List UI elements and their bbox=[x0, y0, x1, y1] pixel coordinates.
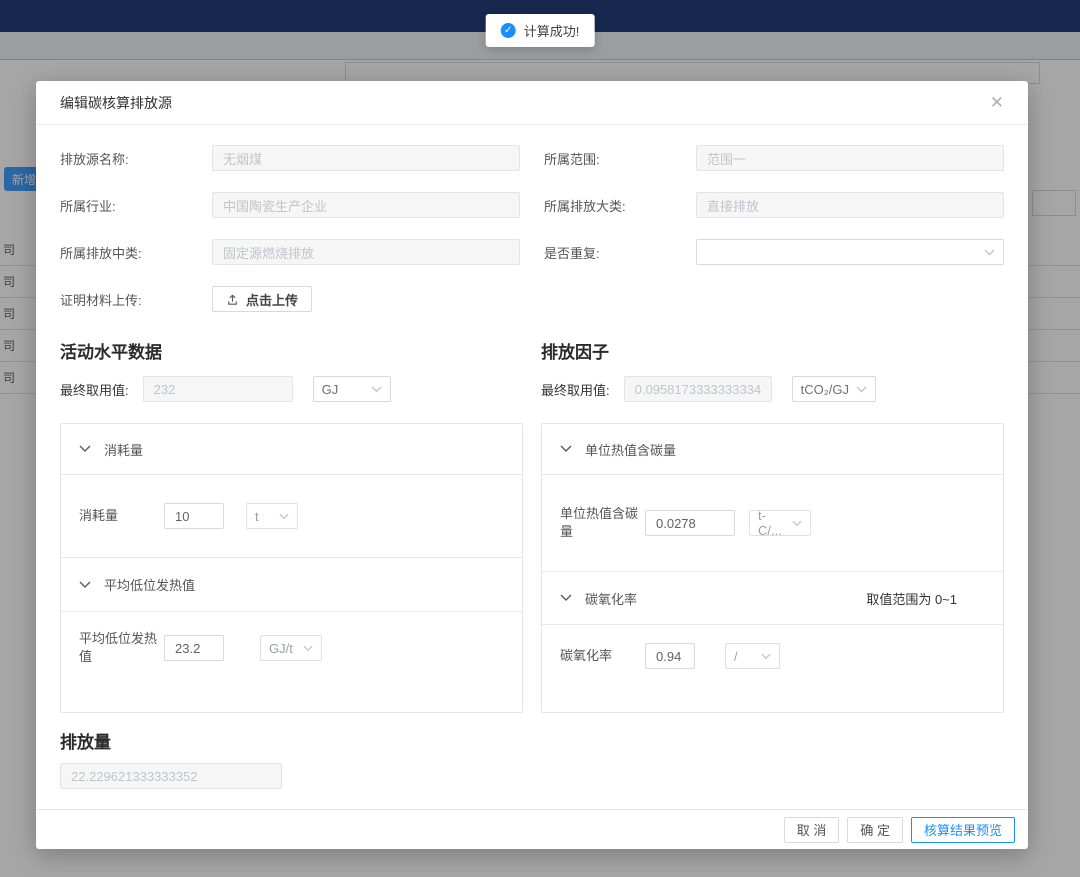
consumption-unit-select[interactable]: t bbox=[246, 503, 298, 529]
field-is-duplicate: 是否重复: bbox=[544, 239, 1004, 265]
toast-success: ✓ 计算成功! bbox=[486, 14, 595, 47]
field-medium-category: 所属排放中类: bbox=[60, 239, 520, 265]
activity-final-unit-select[interactable]: GJ bbox=[313, 376, 391, 402]
field-proof-upload: 证明材料上传: 点击上传 bbox=[60, 286, 520, 312]
section-title-emission: 排放量 bbox=[60, 728, 1004, 753]
field-industry: 所属行业: bbox=[60, 192, 520, 218]
carbon-content-input[interactable] bbox=[645, 510, 735, 536]
confirm-button[interactable]: 确 定 bbox=[847, 817, 903, 843]
panel-body-oxidation-rate: 碳氧化率 / bbox=[542, 625, 1003, 712]
chevron-down-icon bbox=[560, 594, 572, 602]
row-label: 平均低位发热值 bbox=[79, 630, 164, 666]
dialog-body: 排放源名称: 所属范围: 所属行业: 所属排放大类: bbox=[36, 125, 1028, 789]
field-label: 证明材料上传: bbox=[60, 290, 212, 309]
activity-collapse: 消耗量 消耗量 t bbox=[60, 423, 523, 713]
field-major-category: 所属排放大类: bbox=[544, 192, 1004, 218]
field-label: 所属排放大类: bbox=[544, 196, 696, 215]
edit-emission-source-dialog: 编辑碳核算排放源 ✕ 排放源名称: 所属范围: 所属行业: bbox=[36, 81, 1028, 849]
chevron-down-icon bbox=[303, 645, 313, 652]
chevron-down-icon bbox=[856, 386, 867, 393]
activity-final-value-input bbox=[143, 376, 293, 402]
factor-final-value-input bbox=[624, 376, 772, 402]
dialog-header: 编辑碳核算排放源 ✕ bbox=[36, 81, 1028, 125]
row-label: 单位热值含碳量 bbox=[560, 505, 645, 541]
source-name-input bbox=[212, 145, 520, 171]
dialog-footer: 取 消 确 定 核算结果预览 bbox=[36, 809, 1028, 849]
emission-amount-section: 排放量 bbox=[60, 728, 1004, 789]
field-scope: 所属范围: bbox=[544, 145, 1004, 171]
major-category-input bbox=[696, 192, 1004, 218]
app-root: 新增 司 司 司 司 司 ✓ 计算成功! 编辑碳核算排放源 ✕ 排放源名称: 所… bbox=[0, 0, 1080, 877]
panel-header-consumption[interactable]: 消耗量 bbox=[61, 424, 522, 475]
heating-unit-select[interactable]: GJ/t bbox=[260, 635, 322, 661]
panel-body-consumption: 消耗量 t bbox=[61, 475, 522, 558]
carbon-content-unit-select[interactable]: t-C/... bbox=[749, 510, 811, 536]
field-source-name: 排放源名称: bbox=[60, 145, 520, 171]
chevron-down-icon bbox=[560, 445, 572, 453]
factor-collapse: 单位热值含碳量 单位热值含碳量 t-C/... bbox=[541, 423, 1004, 713]
field-label: 排放源名称: bbox=[60, 149, 212, 168]
chevron-down-icon bbox=[79, 581, 91, 589]
field-label: 所属排放中类: bbox=[60, 243, 212, 262]
medium-category-input bbox=[212, 239, 520, 265]
range-note: 取值范围为 0~1 bbox=[866, 589, 957, 608]
field-label: 所属行业: bbox=[60, 196, 212, 215]
check-circle-icon: ✓ bbox=[501, 23, 516, 38]
upload-icon bbox=[226, 293, 239, 306]
chevron-down-icon bbox=[279, 513, 289, 520]
row-label: 消耗量 bbox=[79, 507, 164, 525]
panel-header-heating-value[interactable]: 平均低位发热值 bbox=[61, 558, 522, 612]
factor-final-unit-select[interactable]: tCO₂/GJ bbox=[792, 376, 876, 402]
final-value-label: 最终取用值: bbox=[60, 380, 129, 399]
toast-message: 计算成功! bbox=[524, 21, 580, 40]
chevron-down-icon bbox=[792, 520, 802, 527]
row-label: 碳氧化率 bbox=[560, 647, 645, 665]
field-label: 所属范围: bbox=[544, 149, 696, 168]
section-title-activity: 活动水平数据 bbox=[60, 338, 523, 363]
panel-body-carbon-content: 单位热值含碳量 t-C/... bbox=[542, 475, 1003, 572]
emission-amount-input bbox=[60, 763, 282, 789]
panel-header-oxidation-rate[interactable]: 碳氧化率 取值范围为 0~1 bbox=[542, 572, 1003, 625]
heating-value-input[interactable] bbox=[164, 635, 224, 661]
oxidation-unit-select[interactable]: / bbox=[725, 643, 780, 669]
chevron-down-icon bbox=[984, 249, 995, 256]
preview-result-button[interactable]: 核算结果预览 bbox=[911, 817, 1015, 843]
upload-button[interactable]: 点击上传 bbox=[212, 286, 312, 312]
scope-input bbox=[696, 145, 1004, 171]
oxidation-rate-input[interactable] bbox=[645, 643, 695, 669]
industry-input bbox=[212, 192, 520, 218]
chevron-down-icon bbox=[761, 653, 771, 660]
emission-factor-section: 排放因子 最终取用值: tCO₂/GJ 单位热值含碳量 bbox=[541, 330, 1004, 713]
close-icon[interactable]: ✕ bbox=[990, 94, 1004, 111]
consumption-input[interactable] bbox=[164, 503, 224, 529]
field-label: 是否重复: bbox=[544, 243, 696, 262]
dialog-title: 编辑碳核算排放源 bbox=[60, 93, 172, 113]
activity-level-section: 活动水平数据 最终取用值: GJ 消耗量 bbox=[60, 330, 523, 713]
panel-body-heating-value: 平均低位发热值 GJ/t bbox=[61, 612, 522, 712]
cancel-button[interactable]: 取 消 bbox=[784, 817, 840, 843]
section-title-factor: 排放因子 bbox=[541, 338, 1004, 363]
final-value-label: 最终取用值: bbox=[541, 380, 610, 399]
chevron-down-icon bbox=[79, 445, 91, 453]
chevron-down-icon bbox=[371, 386, 382, 393]
is-duplicate-select[interactable] bbox=[696, 239, 1004, 265]
panel-header-carbon-content[interactable]: 单位热值含碳量 bbox=[542, 424, 1003, 475]
